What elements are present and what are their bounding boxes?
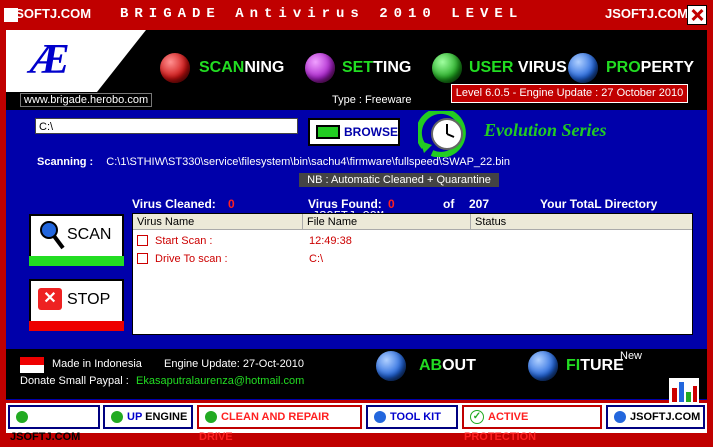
stop-indicator — [29, 321, 124, 331]
col-status[interactable]: Status — [471, 214, 692, 230]
cell-virus-name: Drive To scan : — [155, 253, 228, 265]
green-dot-icon — [111, 411, 123, 424]
stop-x-icon: ✕ — [38, 288, 62, 310]
fiture-orb-icon[interactable] — [528, 351, 558, 381]
app-logo: Æ — [30, 37, 70, 83]
about-orb-icon[interactable] — [376, 351, 406, 381]
watermark-right: JSOFTJ.COM — [605, 6, 689, 21]
website-link[interactable]: www.brigade.herobo.com — [20, 93, 153, 107]
made-in-label: Made in Indonesia — [52, 358, 142, 370]
cell-file-name: C:\ — [309, 253, 324, 265]
table-row[interactable]: Drive To scan : C:\ — [133, 251, 692, 267]
indonesia-flag-icon — [20, 357, 44, 373]
table-row[interactable]: Start Scan : 12:49:38 — [133, 233, 692, 249]
browse-label: BROWSE — [344, 125, 398, 139]
scanning-label: Scanning : — [37, 156, 94, 168]
total-directory-label: Your TotaL Directory — [540, 197, 658, 211]
donate-email[interactable]: Ekasaputralaurenza@hotmail.com — [136, 375, 304, 387]
col-file-name[interactable]: File Name — [303, 214, 471, 230]
level-badge: Level 6.0.5 - Engine Update : 27 October… — [451, 84, 688, 103]
results-table[interactable]: Virus Name File Name Status Start Scan :… — [132, 213, 693, 335]
col-virus-name[interactable]: Virus Name — [133, 214, 303, 230]
stop-label: STOP — [67, 291, 111, 308]
blue-dot-icon — [614, 411, 626, 424]
magnifier-icon — [40, 221, 65, 250]
path-input[interactable]: C:\ — [35, 118, 298, 134]
virus-found-value: 0 — [388, 197, 395, 211]
fiture-button[interactable]: FITURE — [566, 357, 624, 375]
watermark-left: JSOFTJ.COM — [8, 6, 92, 21]
nav-scanning[interactable]: SCANNING — [199, 59, 284, 77]
scanning-line: Scanning : C:\1\STHIW\ST330\service\file… — [37, 156, 510, 168]
scanning-orb-icon[interactable] — [160, 53, 190, 83]
clock-icon — [418, 111, 466, 157]
nav-property[interactable]: PROPERTY — [606, 59, 694, 77]
type-label: Type : Freeware — [332, 94, 412, 106]
about-button[interactable]: ABOUT — [419, 357, 476, 375]
nb-note: NB : Automatic Cleaned + Quarantine — [299, 173, 499, 187]
scan-label: SCAN — [67, 226, 112, 243]
cell-virus-name: Start Scan : — [155, 235, 213, 247]
donate-label: Donate Small Paypal : — [20, 375, 129, 387]
bar-chart-icon — [669, 378, 699, 404]
scan-indicator — [29, 256, 124, 266]
total-value: 207 — [469, 197, 490, 211]
of-label: of — [443, 197, 455, 211]
user-virus-orb-icon[interactable] — [432, 53, 462, 83]
setting-orb-icon[interactable] — [305, 53, 335, 83]
toolbar-last-button[interactable]: JSOFTJ.COM — [606, 405, 705, 429]
toolbar-up-engine-button[interactable]: UP ENGINE — [103, 405, 193, 429]
folder-icon — [316, 125, 340, 139]
toolbar-tool-kit-button[interactable]: TOOL KIT — [366, 405, 458, 429]
toolbar-active-protection-button[interactable]: ✓ ACTIVE PROTECTION — [462, 405, 602, 443]
toolbar-virus-button[interactable]: JSOFTJ.COM — [8, 405, 100, 443]
browse-button[interactable]: BROWSE — [308, 118, 400, 146]
engine-update-label: Engine Update: 27-Oct-2010 — [164, 358, 305, 370]
property-orb-icon[interactable] — [568, 53, 598, 83]
virus-warning-icon — [137, 235, 148, 246]
green-dot-icon — [16, 411, 28, 424]
nav-user-virus[interactable]: USER VIRUS — [469, 59, 567, 77]
scanning-path: C:\1\STHIW\ST330\service\filesystem\bin\… — [106, 156, 510, 168]
cell-file-name: 12:49:38 — [309, 235, 352, 247]
check-icon: ✓ — [470, 410, 484, 425]
virus-cleaned-value: 0 — [228, 197, 235, 211]
close-button[interactable] — [687, 5, 707, 25]
new-badge: New — [620, 350, 643, 362]
nav-setting[interactable]: SETTING — [342, 59, 411, 77]
blue-dot-icon — [374, 411, 386, 424]
toolbar-clean-repair-button[interactable]: CLEAN AND REPAIR DRIVE — [197, 405, 362, 443]
virus-cleaned-label: Virus Cleaned: — [132, 197, 216, 211]
series-title: Evolution Series — [484, 120, 607, 140]
green-dot-icon — [205, 411, 217, 424]
title-label: BRIGADE Antivirus 2010 LEVEL — [120, 6, 524, 22]
virus-warning-icon — [137, 253, 148, 264]
